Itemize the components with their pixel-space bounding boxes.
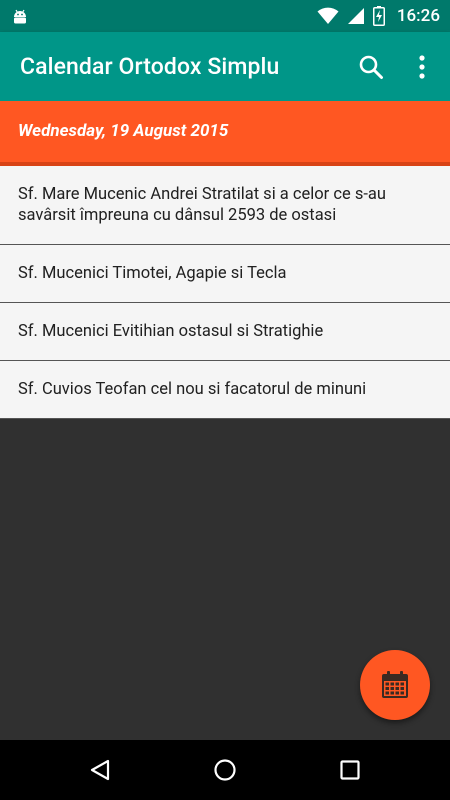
calendar-icon: [382, 671, 408, 698]
saints-list: Sf. Mare Mucenic Andrei Stratilat si a c…: [0, 166, 450, 419]
status-icons: 16:26: [317, 0, 440, 32]
list-item[interactable]: Sf. Cuvios Teofan cel nou si facatorul d…: [0, 361, 450, 419]
signal-icon: [347, 8, 364, 24]
app-title: Calendar Ortodox Simplu: [20, 53, 280, 80]
battery-charging-icon: [372, 6, 385, 26]
back-icon[interactable]: [88, 758, 112, 782]
app-bar: Calendar Ortodox Simplu: [0, 32, 450, 101]
navigation-bar: [0, 740, 450, 800]
list-item[interactable]: Sf. Mucenici Timotei, Agapie si Tecla: [0, 245, 450, 303]
date-label: Wednesday, 19 August 2015: [18, 121, 229, 141]
list-item[interactable]: Sf. Mare Mucenic Andrei Stratilat si a c…: [0, 166, 450, 245]
search-icon[interactable]: [358, 54, 384, 80]
wifi-icon: [317, 7, 339, 24]
clock: 16:26: [396, 6, 440, 26]
status-bar: 16:26: [0, 0, 450, 32]
overflow-menu-icon[interactable]: [413, 54, 431, 80]
android-debug-icon: [14, 9, 26, 24]
calendar-fab-button[interactable]: [360, 650, 430, 720]
list-item[interactable]: Sf. Mucenici Evitihian ostasul si Strati…: [0, 303, 450, 361]
home-icon[interactable]: [213, 758, 237, 782]
date-header: Wednesday, 19 August 2015: [0, 101, 450, 166]
recents-icon[interactable]: [338, 758, 362, 782]
